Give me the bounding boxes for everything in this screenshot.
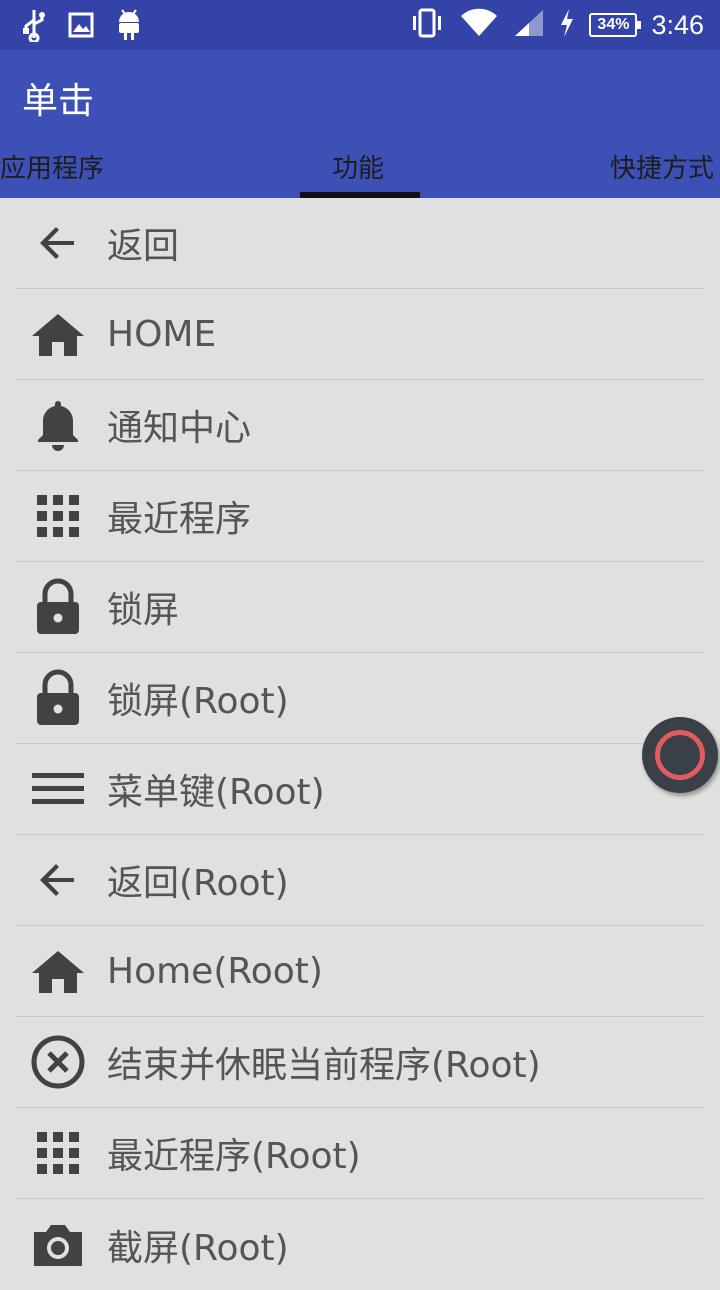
list-item-lock-screen-root[interactable]: 锁屏(Root) [16, 653, 704, 744]
android-icon [116, 8, 142, 46]
home-icon [30, 306, 86, 362]
list-item-label: 最近程序(Root) [107, 1136, 361, 1177]
arrow-back-icon [30, 215, 86, 271]
arrow-back-icon [30, 852, 86, 908]
list-item-notification-center[interactable]: 通知中心 [16, 380, 704, 471]
close-circle-icon [30, 1034, 86, 1090]
status-bar: 34% 3:46 [0, 0, 720, 50]
circle-ring-icon [655, 730, 705, 780]
list-item-label: 结束并休眠当前程序(Root) [107, 1045, 541, 1086]
charging-icon [559, 9, 575, 41]
list-item-label: 通知中心 [107, 408, 252, 449]
grid-icon [30, 488, 86, 544]
tab-apps[interactable]: 应用程序 [0, 148, 104, 185]
list-item-lock-screen[interactable]: 锁屏 [16, 562, 704, 653]
list-item-recent-apps-root[interactable]: 最近程序(Root) [16, 1108, 704, 1199]
list-item-recent-apps[interactable]: 最近程序 [16, 471, 704, 562]
list-item-label: HOME [107, 313, 217, 355]
clock: 3:46 [651, 9, 704, 40]
bell-icon [30, 397, 86, 453]
menu-icon [30, 761, 86, 817]
list-item-home-root[interactable]: Home(Root) [16, 926, 704, 1017]
list-item-label: 返回 [107, 226, 180, 267]
list-item-back-root[interactable]: 返回(Root) [16, 835, 704, 926]
lock-icon [30, 669, 86, 726]
home-icon [30, 943, 86, 999]
lock-icon [30, 578, 86, 635]
tab-shortcuts[interactable]: 快捷方式 [610, 148, 714, 185]
floating-action-button[interactable] [642, 717, 718, 793]
camera-icon [30, 1217, 86, 1273]
function-list: 返回 HOME 通知中心 最近程序 锁屏 锁屏(Root) 菜单键(Root) … [0, 198, 720, 1290]
grid-icon [30, 1125, 86, 1181]
wifi-icon [459, 8, 499, 42]
list-item-label: 锁屏 [107, 590, 180, 631]
page-title: 单击 [22, 81, 95, 122]
list-item-label: 锁屏(Root) [107, 681, 289, 722]
list-item-label: Home(Root) [107, 950, 323, 992]
list-item-screenshot-root[interactable]: 截屏(Root) [16, 1199, 704, 1290]
list-item-label: 返回(Root) [107, 863, 289, 904]
vibrate-icon [409, 8, 445, 42]
list-item-home[interactable]: HOME [16, 289, 704, 380]
list-item-back[interactable]: 返回 [16, 198, 704, 289]
list-item-label: 最近程序 [107, 499, 252, 540]
app-bar: 单击 应用程序 功能 快捷方式 [0, 50, 720, 198]
list-item-label: 截屏(Root) [107, 1227, 289, 1269]
tab-functions[interactable]: 功能 [332, 148, 384, 185]
battery-indicator: 34% [589, 13, 642, 37]
image-icon [68, 12, 94, 42]
signal-icon [513, 8, 545, 42]
list-item-kill-app-root[interactable]: 结束并休眠当前程序(Root) [16, 1017, 704, 1108]
list-item-label: 菜单键(Root) [107, 772, 325, 813]
list-item-menu-key-root[interactable]: 菜单键(Root) [16, 744, 704, 835]
usb-icon [22, 8, 46, 46]
